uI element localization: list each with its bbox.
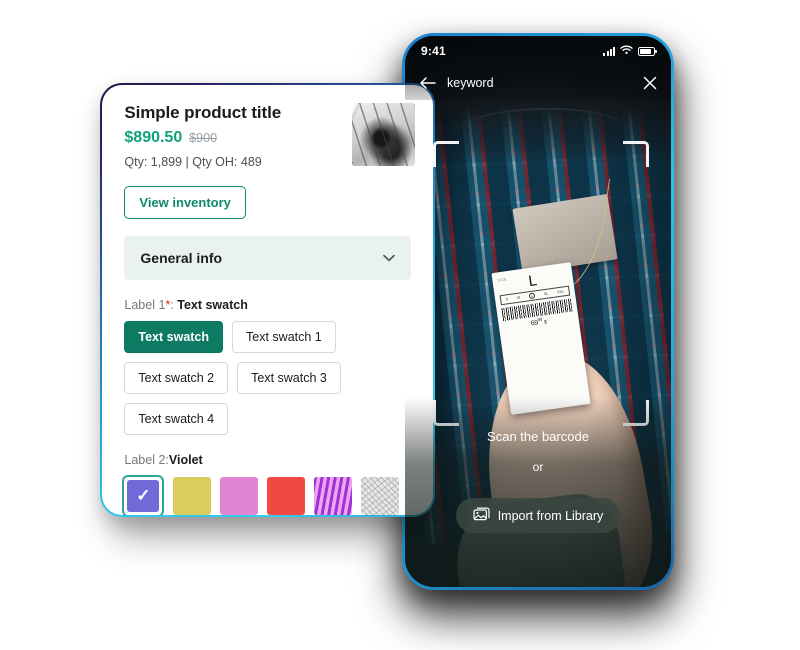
import-from-library-label: Import from Library — [497, 508, 604, 523]
status-time: 9:41 — [421, 44, 446, 58]
import-from-library-button[interactable]: Import from Library — [455, 498, 621, 533]
phone-screen: SIZE L S M L XL XXL 6999 $ — [405, 36, 671, 587]
option2-label-line: Label 2:Violet — [124, 453, 410, 467]
scanner-search-bar: keyword — [405, 66, 671, 100]
option2-label: Label 2 — [124, 453, 166, 468]
view-inventory-button[interactable]: View inventory — [124, 186, 246, 220]
close-icon[interactable] — [643, 76, 657, 90]
swatch-violet-selected[interactable]: ✓ — [122, 475, 165, 515]
product-card: Simple product title $890.50 $900 Qty: 1… — [102, 85, 433, 515]
product-thumbnail — [351, 103, 415, 167]
swatch-red[interactable] — [267, 477, 306, 515]
chip-text-swatch-1[interactable]: Text swatch 1 — [232, 321, 336, 354]
swatch-pattern-fill — [314, 477, 353, 515]
screenshot-root: SIZE L S M L XL XXL 6999 $ — [0, 0, 800, 650]
option1-chip-row: Text swatch Text swatch 1 Text swatch 2 … — [124, 321, 410, 436]
phone-device: SIZE L S M L XL XXL 6999 $ — [402, 33, 674, 590]
scan-or-text: or — [532, 460, 544, 474]
option1-label: Label 1 — [124, 298, 166, 313]
swatch-yellow[interactable] — [173, 477, 212, 515]
option1-value: Text swatch — [177, 298, 248, 313]
chip-text-swatch-2[interactable]: Text swatch 2 — [124, 362, 229, 395]
swatch-purple-pattern[interactable] — [314, 477, 353, 515]
chevron-down-icon[interactable] — [382, 249, 395, 267]
status-bar: 9:41 — [405, 36, 671, 66]
status-icons — [603, 42, 657, 60]
general-info-accordion[interactable]: General info — [124, 236, 411, 281]
search-keyword-text[interactable]: keyword — [447, 76, 632, 90]
option2-value: Violet — [168, 453, 203, 468]
option1-label-line: Label 1*: Text swatch — [124, 298, 410, 312]
scanner-bottom-panel: Scan the barcode or Import from Library — [405, 397, 671, 587]
product-compare-price: $900 — [189, 131, 218, 146]
swatch-orchid[interactable] — [220, 477, 259, 515]
option2-swatch-row: ✓ — [122, 475, 410, 515]
check-icon: ✓ — [136, 486, 151, 506]
general-info-label: General info — [140, 250, 223, 267]
scan-corner-top-left — [433, 141, 459, 167]
product-card-frame: Simple product title $890.50 $900 Qty: 1… — [100, 83, 435, 517]
wifi-icon — [620, 42, 633, 60]
swatch-grey-texture[interactable] — [361, 477, 400, 515]
chip-text-swatch-4[interactable]: Text swatch 4 — [124, 403, 229, 436]
battery-icon — [638, 46, 657, 56]
photo-library-icon — [473, 507, 490, 524]
product-price: $890.50 — [124, 129, 183, 147]
swatch-violet[interactable]: ✓ — [127, 480, 160, 513]
signal-bars-icon — [603, 46, 615, 56]
scan-corner-top-right — [623, 141, 649, 167]
chip-text-swatch-3[interactable]: Text swatch 3 — [237, 362, 341, 395]
back-arrow-icon[interactable] — [419, 76, 436, 90]
chip-text-swatch[interactable]: Text swatch — [124, 321, 224, 354]
scan-hint-text: Scan the barcode — [487, 429, 589, 444]
scan-frame — [433, 141, 649, 426]
